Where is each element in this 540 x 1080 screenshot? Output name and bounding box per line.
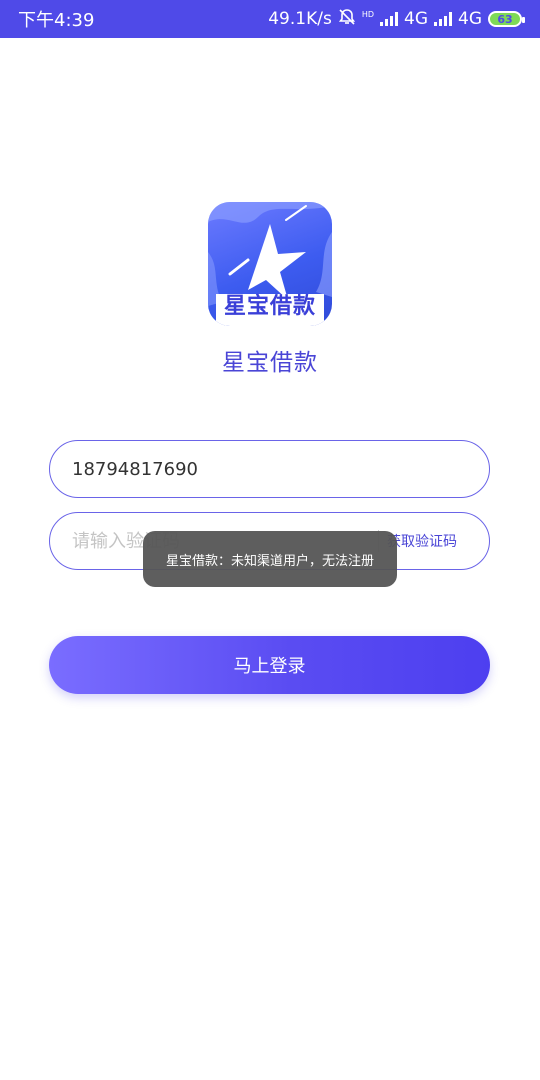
phone-field bbox=[49, 440, 490, 498]
network-speed: 49.1K/s bbox=[268, 9, 332, 29]
toast-message: 星宝借款：未知渠道用户，无法注册 bbox=[143, 531, 397, 587]
battery-icon: 63 bbox=[488, 11, 525, 27]
login-button[interactable]: 马上登录 bbox=[49, 636, 490, 694]
status-bar: 下午4:39 49.1K/s HD 4G 4G 63 bbox=[0, 0, 540, 38]
phone-input[interactable] bbox=[72, 458, 467, 480]
get-code-button[interactable]: 获取验证码 bbox=[387, 531, 457, 551]
network-type-2: 4G bbox=[458, 9, 482, 29]
app-logo: 星宝借款 bbox=[208, 202, 332, 326]
hd-label: HD bbox=[361, 10, 374, 19]
signal-icon-2 bbox=[434, 12, 452, 26]
logo-text: 星宝借款 bbox=[223, 294, 316, 319]
network-type-1: 4G bbox=[404, 9, 428, 29]
mute-bell-icon bbox=[338, 8, 356, 31]
status-indicators: 49.1K/s HD 4G 4G 63 bbox=[268, 8, 525, 31]
app-name: 星宝借款 bbox=[222, 350, 318, 376]
status-time: 下午4:39 bbox=[18, 10, 95, 31]
signal-icon bbox=[380, 12, 398, 26]
